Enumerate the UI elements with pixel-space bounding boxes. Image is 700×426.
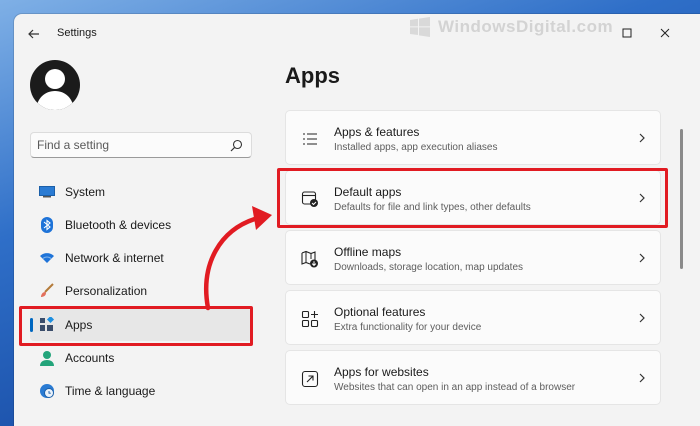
sidebar-item-accounts[interactable]: Accounts xyxy=(30,342,252,374)
settings-window: Settings WindowsDigital.com S xyxy=(14,14,700,426)
search-icon[interactable] xyxy=(230,139,243,152)
watermark: WindowsDigital.com xyxy=(408,14,613,40)
sidebar-item-label: Network & internet xyxy=(65,251,164,265)
sidebar-item-label: Accounts xyxy=(65,351,115,365)
monitor-icon xyxy=(39,184,55,200)
close-button[interactable] xyxy=(654,22,676,44)
brush-icon xyxy=(39,283,55,299)
user-silhouette-icon xyxy=(36,69,74,110)
card-description: Websites that can open in an app instead… xyxy=(334,382,576,393)
back-button[interactable] xyxy=(26,26,42,42)
card-optional-features[interactable]: Optional features Extra functionality fo… xyxy=(285,290,661,345)
close-icon xyxy=(660,28,670,38)
card-description: Extra functionality for your device xyxy=(334,322,482,333)
arrow-left-icon xyxy=(28,29,39,39)
avatar[interactable] xyxy=(30,60,80,110)
chevron-right-icon xyxy=(639,313,645,323)
chevron-right-icon xyxy=(639,373,645,383)
sidebar-item-label: Bluetooth & devices xyxy=(65,218,172,232)
maximize-button[interactable] xyxy=(616,22,638,44)
chevron-right-icon xyxy=(639,253,645,263)
scrollbar[interactable] xyxy=(680,129,683,269)
page-title: Apps xyxy=(285,63,340,88)
card-title: Offline maps xyxy=(334,245,402,259)
card-apps-for-websites[interactable]: Apps for websites Websites that can open… xyxy=(285,350,661,405)
bluetooth-icon xyxy=(39,217,55,233)
watermark-text: WindowsDigital.com xyxy=(438,17,614,36)
card-title: Apps & features xyxy=(334,125,420,139)
person-icon xyxy=(39,350,55,366)
wifi-icon xyxy=(39,250,55,266)
maximize-icon xyxy=(622,28,632,38)
sidebar-item-label: Time & language xyxy=(65,384,156,398)
chevron-right-icon xyxy=(639,133,645,143)
card-description: Downloads, storage location, map updates xyxy=(334,262,524,273)
sidebar-item-time-language[interactable]: Time & language xyxy=(30,375,252,407)
title-bar: Settings WindowsDigital.com xyxy=(14,14,700,54)
app-title: Settings xyxy=(57,27,97,39)
card-title: Apps for websites xyxy=(334,365,429,379)
windows-logo-icon xyxy=(410,17,430,37)
open-in-app-icon xyxy=(300,369,320,389)
sidebar-item-label: System xyxy=(65,185,106,199)
card-title: Optional features xyxy=(334,305,426,319)
search-input[interactable] xyxy=(37,136,227,154)
globe-clock-icon xyxy=(39,383,55,399)
search-box[interactable] xyxy=(30,132,252,158)
map-download-icon xyxy=(300,249,320,269)
annotation-arrow xyxy=(204,206,272,311)
default-apps-highlight-box xyxy=(277,168,668,228)
card-offline-maps[interactable]: Offline maps Downloads, storage location… xyxy=(285,230,661,285)
card-apps-features[interactable]: Apps & features Installed apps, app exec… xyxy=(285,110,661,165)
card-description: Installed apps, app execution aliases xyxy=(334,142,498,153)
add-feature-icon xyxy=(300,309,320,329)
sidebar-item-label: Personalization xyxy=(65,284,148,298)
list-icon xyxy=(300,129,320,149)
